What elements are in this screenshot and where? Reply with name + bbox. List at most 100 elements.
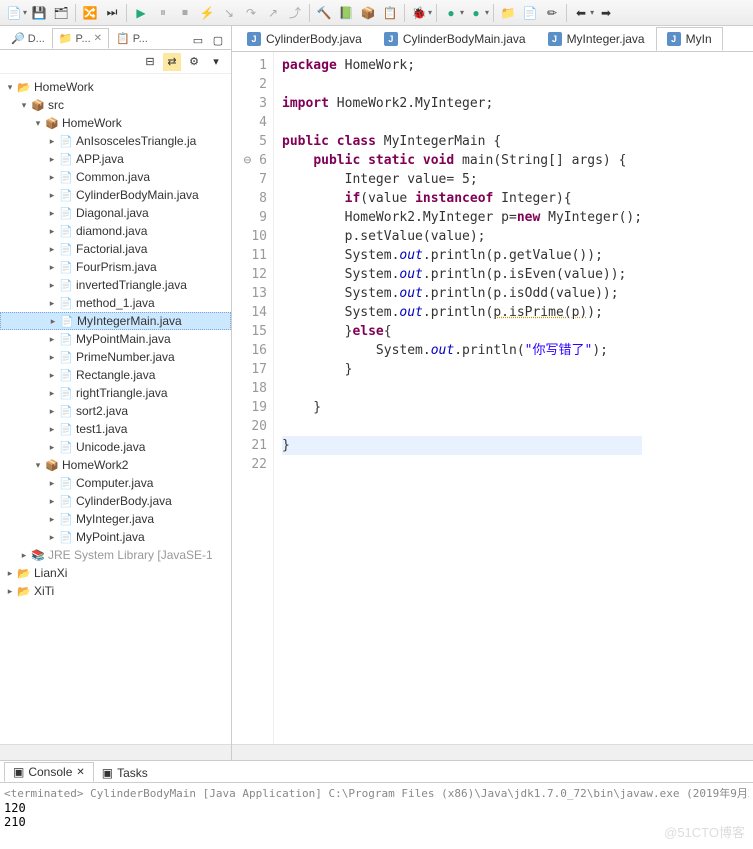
debug-button[interactable]: 🐞 [409,3,429,23]
tree-node[interactable]: ▸📄rightTriangle.java [0,384,231,402]
run-button[interactable]: ● [441,3,461,23]
expand-icon[interactable]: ▸ [46,172,58,183]
tree-node[interactable]: ▸📄diamond.java [0,222,231,240]
expand-icon[interactable]: ▸ [46,442,58,453]
expand-icon[interactable]: ▸ [47,316,59,327]
resume-button[interactable]: ▶ [131,3,151,23]
saveall-button[interactable]: 🗂 [51,3,71,23]
tree-node[interactable]: ▸📄CylinderBodyMain.java [0,186,231,204]
link-icon[interactable]: ⇄ [163,53,181,71]
stepreturn-button[interactable]: ↗ [263,3,283,23]
tree-node[interactable]: ▸📂XiTi [0,582,231,600]
opentype-button[interactable]: 📋 [380,3,400,23]
expand-icon[interactable]: ▸ [46,496,58,507]
edit-button[interactable]: ✏ [542,3,562,23]
expand-icon[interactable]: ▸ [4,568,16,579]
stepover-button[interactable]: ↷ [241,3,261,23]
stop-button[interactable]: ⏹ [175,3,195,23]
expand-icon[interactable]: ▾ [18,100,30,111]
expand-icon[interactable]: ▸ [46,352,58,363]
tree-node[interactable]: ▸📄MyPointMain.java [0,330,231,348]
tree-node[interactable]: ▾📦src [0,96,231,114]
tree-node[interactable]: ▸📄sort2.java [0,402,231,420]
tree-node[interactable]: ▾📦HomeWork [0,114,231,132]
expand-icon[interactable]: ▸ [46,280,58,291]
tree-node[interactable]: ▸📄Diagonal.java [0,204,231,222]
expand-icon[interactable]: ▸ [46,154,58,165]
expand-icon[interactable]: ▸ [4,586,16,597]
tree-node[interactable]: ▸📄PrimeNumber.java [0,348,231,366]
expand-icon[interactable]: ▸ [46,244,58,255]
console-output[interactable]: <terminated> CylinderBodyMain [Java Appl… [0,783,753,831]
dropframe-button[interactable]: ⤴ [285,3,305,23]
console-tab[interactable]: ▣Console ✕ [4,762,94,782]
view-tab[interactable]: 📋P... [109,28,155,49]
expand-icon[interactable]: ▸ [46,424,58,435]
expand-icon[interactable]: ▾ [32,460,44,471]
tree-node[interactable]: ▸📄CylinderBody.java [0,492,231,510]
expand-icon[interactable]: ▸ [46,514,58,525]
expand-icon[interactable]: ▸ [46,406,58,417]
editor-tab[interactable]: JCylinderBody.java [236,27,373,51]
view-tab[interactable]: 📁P...✕ [52,28,109,49]
tree-node[interactable]: ▾📂HomeWork [0,78,231,96]
tree-node[interactable]: ▸📄Rectangle.java [0,366,231,384]
expand-icon[interactable]: ▸ [46,190,58,201]
pause-button[interactable]: ⏸ [153,3,173,23]
newclass-button[interactable]: 📗 [336,3,356,23]
tree-node[interactable]: ▸📄Unicode.java [0,438,231,456]
build-button[interactable]: 🔨 [314,3,334,23]
expand-icon[interactable]: ▸ [46,388,58,399]
tree-node[interactable]: ▸📄test1.java [0,420,231,438]
expand-icon[interactable]: ▸ [46,478,58,489]
tree-node[interactable]: ▸📄MyInteger.java [0,510,231,528]
expand-icon[interactable]: ▸ [46,262,58,273]
tree-node[interactable]: ▸📄method_1.java [0,294,231,312]
expand-icon[interactable]: ▾ [32,118,44,129]
editor-tab[interactable]: JCylinderBodyMain.java [373,27,537,51]
expand-icon[interactable]: ▸ [46,532,58,543]
runlast-button[interactable]: ● [466,3,486,23]
tree-node[interactable]: ▸📄Factorial.java [0,240,231,258]
skip-button[interactable]: ⏭ [102,3,122,23]
tree-node[interactable]: ▸📄APP.java [0,150,231,168]
newfile-button[interactable]: 📄 [520,3,540,23]
stepinto-button[interactable]: ↘ [219,3,239,23]
save-button[interactable]: 💾 [29,3,49,23]
toggle-button[interactable]: 🔀 [80,3,100,23]
tree-node[interactable]: ▸📄FourPrism.java [0,258,231,276]
menu-icon[interactable]: ▾ [207,53,225,71]
tree-node[interactable]: ▸📄Common.java [0,168,231,186]
back-button[interactable]: ⬅ [571,3,591,23]
disconnect-button[interactable]: ⚡ [197,3,217,23]
tree-node[interactable]: ▸📄MyIntegerMain.java [0,312,231,330]
tree-node[interactable]: ▸📄AnIsoscelesTriangle.ja [0,132,231,150]
tree-node[interactable]: ▸📄MyPoint.java [0,528,231,546]
close-icon[interactable]: ✕ [94,33,102,44]
expand-icon[interactable]: ▸ [46,334,58,345]
new-button[interactable]: 📄 [4,3,24,23]
tree-node[interactable]: ▸📄Computer.java [0,474,231,492]
fwd-button[interactable]: ➡ [596,3,616,23]
expand-icon[interactable]: ▸ [46,208,58,219]
tree-node[interactable]: ▾📦HomeWork2 [0,456,231,474]
newproj-button[interactable]: 📁 [498,3,518,23]
editor-scrollbar[interactable] [232,744,753,760]
editor-tab[interactable]: JMyInteger.java [537,27,656,51]
minimize-icon[interactable]: ▭ [189,31,207,49]
filter-icon[interactable]: ⚙ [185,53,203,71]
tree-node[interactable]: ▸📂LianXi [0,564,231,582]
code-editor[interactable]: 12345⊖ 678910111213141516171819202122 pa… [232,52,753,744]
project-tree[interactable]: ▾📂HomeWork▾📦src▾📦HomeWork▸📄AnIsoscelesTr… [0,74,231,744]
view-tab[interactable]: 🔎D... [4,28,52,49]
scrollbar-horizontal[interactable] [0,744,231,760]
expand-icon[interactable]: ▸ [46,226,58,237]
maximize-icon[interactable]: ▢ [209,31,227,49]
expand-icon[interactable]: ▸ [46,370,58,381]
console-tab[interactable]: ▣Tasks [94,764,156,782]
collapse-icon[interactable]: ⊟ [141,53,159,71]
expand-icon[interactable]: ▸ [46,298,58,309]
expand-icon[interactable]: ▸ [18,550,30,561]
source-code[interactable]: package HomeWork; import HomeWork2.MyInt… [274,52,642,744]
newpkg-button[interactable]: 📦 [358,3,378,23]
